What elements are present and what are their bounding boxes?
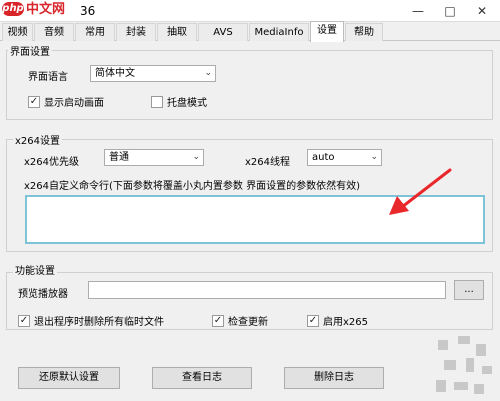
arrow-shaft xyxy=(400,168,452,209)
watermark-icon xyxy=(436,336,492,394)
annotation-arrow xyxy=(389,168,452,215)
